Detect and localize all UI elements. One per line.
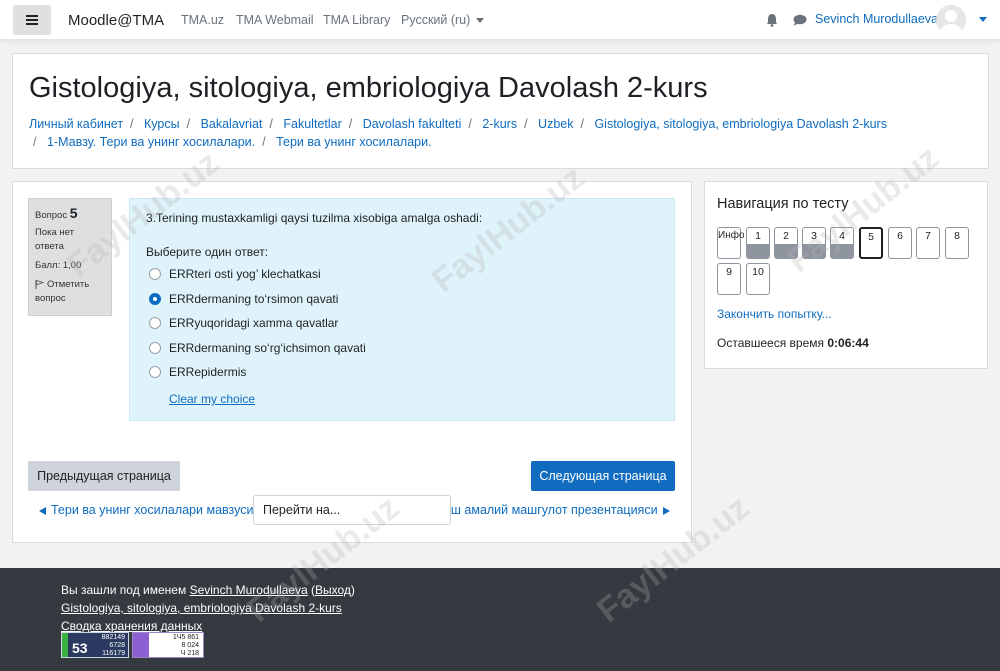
counter-logo-icon xyxy=(133,633,149,657)
page-title: Gistologiya, sitologiya, embriologiya Da… xyxy=(29,72,708,104)
flag-question-button[interactable]: Отметить вопрос xyxy=(35,278,105,306)
answer-option[interactable]: ERRyuqoridagi xamma qavatlar xyxy=(149,315,338,331)
clear-choice-link[interactable]: Clear my choice xyxy=(169,392,255,406)
question-status: Пока нет ответа xyxy=(35,227,74,252)
time-remaining: Оставшееся время 0:06:44 xyxy=(717,336,869,350)
quiz-nav-question-3[interactable]: 3 xyxy=(802,227,826,259)
logout-link[interactable]: Выход xyxy=(315,583,351,597)
radio-button[interactable] xyxy=(149,317,161,329)
user-menu-name[interactable]: Sevinch Murodullaeva xyxy=(815,12,938,26)
breadcrumb-item[interactable]: Курсы xyxy=(144,117,180,131)
chevron-down-icon[interactable] xyxy=(979,17,987,22)
avatar[interactable] xyxy=(936,5,966,35)
page-header: Gistologiya, sitologiya, embriologiya Da… xyxy=(12,53,989,169)
quiz-nav-title: Навигация по тесту xyxy=(717,196,849,212)
question-content: 3.Terining mustaxkamligi qaysi tuzilma x… xyxy=(129,198,675,421)
footer-course-link[interactable]: Gistologiya, sitologiya, embriologiya Da… xyxy=(61,601,342,615)
page-footer: Вы зашли под именем Sevinch Murodullaeva… xyxy=(0,568,1000,671)
breadcrumb-item[interactable]: 1-Мавзу. Тери ва унинг хосилалари. xyxy=(47,135,255,149)
bell-icon[interactable] xyxy=(766,13,778,27)
nav-link-library[interactable]: TMA Library xyxy=(323,13,390,27)
chat-icon[interactable] xyxy=(793,14,807,26)
breadcrumb-item[interactable]: Личный кабинет xyxy=(29,117,123,131)
drawer-toggle-button[interactable] xyxy=(13,5,51,35)
menu-icon xyxy=(26,15,38,25)
quiz-nav-question-4[interactable]: 4 xyxy=(830,227,854,259)
quiz-nav-question-10[interactable]: 10 xyxy=(746,263,770,295)
breadcrumb-item[interactable]: Gistologiya, sitologiya, embriologiya Da… xyxy=(594,117,887,131)
answer-option[interactable]: ERRdermaning so‘rg‘ichsimon qavati xyxy=(149,340,366,356)
answer-prompt: Выберите один ответ: xyxy=(146,245,269,259)
data-retention-link[interactable]: Сводка хранения данных xyxy=(61,619,202,633)
quiz-nav-question-9[interactable]: 9 xyxy=(717,263,741,295)
nav-link-webmail[interactable]: TMA Webmail xyxy=(236,13,314,27)
quiz-nav-question-2[interactable]: 2 xyxy=(774,227,798,259)
stats-counter-badge[interactable]: 1Ч5 861 8 024 Ч 218 xyxy=(132,632,204,658)
previous-page-button[interactable]: Предыдущая страница xyxy=(28,461,180,491)
radio-button[interactable] xyxy=(149,366,161,378)
quiz-nav-question-1[interactable]: 1 xyxy=(746,227,770,259)
radio-button[interactable] xyxy=(149,268,161,280)
language-label: Русский (ru) xyxy=(401,13,471,27)
quiz-nav-question-8[interactable]: 8 xyxy=(945,227,969,259)
previous-activity-link[interactable]: Тери ва унинг хосилалари мавзуси xyxy=(39,503,253,517)
breadcrumb-item[interactable]: Davolash fakulteti xyxy=(363,117,462,131)
logged-in-info: Вы зашли под именем Sevinch Murodullaeva… xyxy=(61,583,355,597)
breadcrumb-item[interactable]: Тери ва унинг хосилалари. xyxy=(276,135,431,149)
footer-user-link[interactable]: Sevinch Murodullaeva xyxy=(190,583,308,597)
finish-attempt-link[interactable]: Закончить попытку... xyxy=(717,307,832,321)
chevron-down-icon xyxy=(476,18,485,24)
radio-button[interactable] xyxy=(149,342,161,354)
navbar: Moodle@TMA TMA.uz TMA Webmail TMA Librar… xyxy=(0,0,1000,40)
language-menu[interactable]: Русский (ru) xyxy=(401,13,485,27)
question-card: Вопрос 5 Пока нет ответа Балл: 1,00 Отме… xyxy=(12,181,692,543)
quiz-nav-question-7[interactable]: 7 xyxy=(916,227,940,259)
breadcrumb-item[interactable]: Bakalavriat xyxy=(201,117,263,131)
visitor-counter-badge[interactable]: 53 882149 6728 116179 xyxy=(61,632,129,658)
next-page-button[interactable]: Следующая страница xyxy=(531,461,675,491)
quiz-navigation: Навигация по тесту Инфо 1 2 3 4 5 6 7 8 … xyxy=(704,181,988,369)
radio-button-selected[interactable] xyxy=(149,293,161,305)
question-grade: Балл: 1,00 xyxy=(35,260,82,271)
quiz-nav-question-6[interactable]: 6 xyxy=(888,227,912,259)
flag-icon xyxy=(35,279,44,289)
breadcrumb-item[interactable]: 2-kurs xyxy=(482,117,517,131)
quiz-nav-question-5[interactable]: 5 xyxy=(859,227,883,259)
nav-link-tma-uz[interactable]: TMA.uz xyxy=(181,13,224,27)
arrow-right-icon xyxy=(662,506,670,515)
question-number: Вопрос 5 xyxy=(35,205,78,221)
question-info: Вопрос 5 Пока нет ответа Балл: 1,00 Отме… xyxy=(28,198,112,316)
breadcrumb-item[interactable]: Uzbek xyxy=(538,117,573,131)
answer-option[interactable]: ERRteri osti yog’ klechatkasi xyxy=(149,266,321,282)
arrow-left-icon xyxy=(39,506,46,515)
jump-to-select[interactable]: Перейти на... xyxy=(253,495,451,525)
site-brand[interactable]: Moodle@TMA xyxy=(68,12,164,29)
answer-option[interactable]: ERRdermaning to‘rsimon qavati xyxy=(149,291,338,307)
question-text: 3.Terining mustaxkamligi qaysi tuzilma x… xyxy=(146,211,483,225)
breadcrumb-item[interactable]: Fakultetlar xyxy=(283,117,341,131)
breadcrumb: Личный кабинет / Курсы / Bakalavriat / Faku… xyxy=(29,117,887,149)
quiz-nav-info[interactable]: Инфо xyxy=(717,227,745,259)
answer-option[interactable]: ERRepidermis xyxy=(149,364,246,380)
